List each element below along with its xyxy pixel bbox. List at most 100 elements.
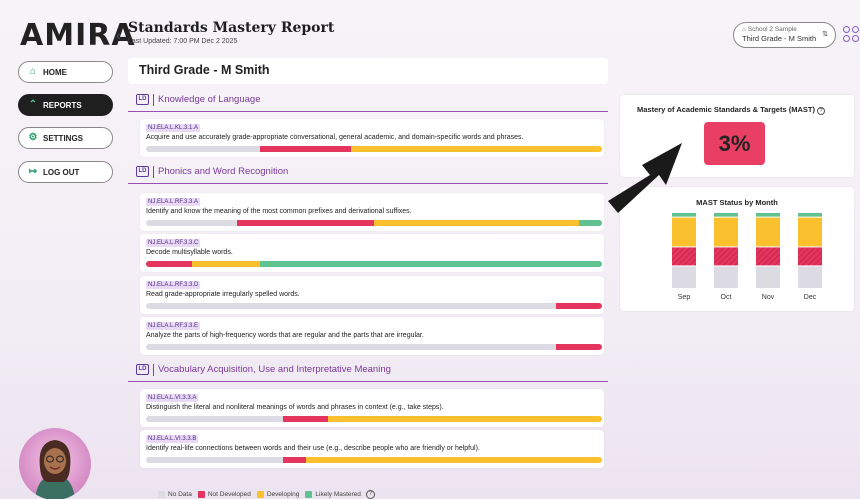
bar-segment-not-developed bbox=[260, 146, 352, 152]
mastery-bar[interactable] bbox=[146, 220, 602, 226]
bar-segment-no-data bbox=[146, 344, 557, 350]
chevron-updown-icon: ⇅ bbox=[822, 31, 828, 38]
standard-card[interactable]: NJ.ELA.L.VI.3.3.A Distinguish the litera… bbox=[140, 389, 604, 427]
standard-card[interactable]: NJ.ELA.L.RF.3.3.D Read grade-appropriate… bbox=[140, 276, 604, 314]
nav-label: HOME bbox=[43, 68, 67, 77]
apps-grid-icon[interactable] bbox=[843, 26, 860, 44]
standard-card[interactable]: NJ.ELA.L.KL.3.1.A Acquire and use accura… bbox=[140, 119, 604, 157]
mastery-bar[interactable] bbox=[146, 303, 602, 309]
bar-segment-developing bbox=[373, 220, 580, 226]
standard-card[interactable]: NJ.ELA.L.RF.3.3.A Identify and know the … bbox=[140, 193, 604, 231]
collapse-sidebar-icon[interactable]: ‹ bbox=[116, 27, 121, 43]
standard-code: NJ.ELA.L.VI.3.3.B bbox=[146, 435, 199, 443]
bar-oct-developing[interactable] bbox=[714, 217, 738, 247]
character-avatar-icon bbox=[35, 440, 75, 499]
legend-swatch-no-data bbox=[158, 491, 165, 498]
nav-home-button[interactable]: ⌂ HOME bbox=[18, 61, 113, 83]
legend-not-developed: Not Developed bbox=[207, 491, 251, 498]
bar-nov-developing[interactable] bbox=[756, 217, 780, 247]
standard-code: NJ.ELA.L.RF.3.3.E bbox=[146, 322, 201, 330]
standard-card[interactable]: NJ.ELA.L.VI.3.3.B Identify real-life con… bbox=[140, 430, 604, 468]
bar-sep-no-data[interactable] bbox=[672, 266, 696, 288]
chevron-down-icon: ⌄ bbox=[259, 66, 266, 75]
nav-logout-button[interactable]: ↦ LOG OUT bbox=[18, 161, 113, 183]
section-divider bbox=[153, 94, 154, 106]
bar-nov-likely-mastered[interactable] bbox=[756, 213, 780, 217]
section-title: Vocabulary Acquisition, Use and Interpre… bbox=[158, 364, 391, 375]
app-frame: AMIRA ‹ Standards Mastery Report Last Up… bbox=[0, 0, 860, 499]
mastery-bar[interactable] bbox=[146, 416, 602, 422]
mast-title: Mastery of Academic Standards & Targets … bbox=[637, 105, 825, 115]
bar-segment-no-data bbox=[146, 146, 260, 152]
ld-badge: LD bbox=[136, 94, 149, 105]
bar-segment-not-developed bbox=[282, 457, 306, 463]
class-name: Third Grade - M Smith bbox=[742, 34, 817, 43]
legend-swatch-developing bbox=[256, 491, 264, 498]
bar-segment-not-developed bbox=[237, 220, 374, 226]
help-icon[interactable]: ? bbox=[816, 107, 825, 115]
nav-label: SETTINGS bbox=[43, 134, 84, 143]
mast-value: 3% bbox=[704, 122, 765, 165]
standard-card[interactable]: NJ.ELA.L.RF.3.3.E Analyze the parts of h… bbox=[140, 317, 604, 355]
chart-icon: ⌃ bbox=[28, 99, 38, 110]
bar-segment-no-data bbox=[146, 303, 557, 309]
section-divider bbox=[153, 166, 154, 178]
bar-nov-no-data[interactable] bbox=[756, 266, 780, 288]
mastery-bar[interactable] bbox=[146, 261, 602, 267]
avatar[interactable] bbox=[19, 428, 91, 499]
bar-sep-not-developed[interactable] bbox=[672, 247, 696, 266]
section-title: Knowledge of Language bbox=[158, 94, 261, 105]
school-label: School 2 Sample bbox=[747, 26, 797, 33]
mastery-bar[interactable] bbox=[146, 457, 602, 463]
bar-dec-not-developed[interactable] bbox=[798, 247, 822, 266]
bar-nov-not-developed[interactable] bbox=[756, 247, 780, 266]
bar-segment-developing bbox=[191, 261, 260, 267]
bar-segment-developing bbox=[328, 416, 602, 422]
section-vocabulary: LD Vocabulary Acquisition, Use and Inter… bbox=[128, 360, 608, 382]
page-title: Standards Mastery Report bbox=[128, 20, 335, 36]
mast-title-text: Mastery of Academic Standards & Targets … bbox=[637, 105, 815, 114]
bar-segment-not-developed bbox=[556, 303, 602, 309]
standard-description: Decode multisyllable words. bbox=[146, 249, 233, 256]
bar-segment-developing bbox=[305, 457, 602, 463]
school-name: ⌂ School 2 Sample bbox=[742, 26, 835, 33]
bar-dec-no-data[interactable] bbox=[798, 266, 822, 288]
standard-code: NJ.ELA.L.RF.3.3.D bbox=[146, 281, 201, 289]
bar-dec-developing[interactable] bbox=[798, 217, 822, 247]
legend-swatch-not-developed bbox=[197, 491, 205, 498]
nav-reports-button[interactable]: ⌃ REPORTS bbox=[18, 94, 113, 116]
bar-dec-likely-mastered[interactable] bbox=[798, 213, 822, 217]
nav-label: LOG OUT bbox=[43, 168, 80, 177]
standard-description: Identify real-life connections between w… bbox=[146, 445, 480, 452]
standard-card[interactable]: NJ.ELA.L.RF.3.3.C Decode multisyllable w… bbox=[140, 234, 604, 272]
legend: No Data Not Developed Developing Likely … bbox=[158, 490, 375, 499]
mastery-bar[interactable] bbox=[146, 146, 602, 152]
bar-oct-likely-mastered[interactable] bbox=[714, 213, 738, 217]
bar-sep-developing[interactable] bbox=[672, 217, 696, 247]
bar-segment-no-data bbox=[146, 220, 238, 226]
standard-description: Acquire and use accurately grade-appropr… bbox=[146, 134, 524, 141]
legend-no-data: No Data bbox=[168, 491, 192, 498]
bar-segment-not-developed bbox=[282, 416, 329, 422]
legend-likely-mastered: Likely Mastered bbox=[315, 491, 361, 498]
bar-oct-no-data[interactable] bbox=[714, 266, 738, 288]
bar-oct-not-developed[interactable] bbox=[714, 247, 738, 266]
nav-settings-button[interactable]: ⚙ SETTINGS bbox=[18, 127, 113, 149]
standard-description: Read grade-appropriate irregularly spell… bbox=[146, 291, 300, 298]
month-label: Dec bbox=[804, 294, 817, 301]
school-icon: ⌂ bbox=[742, 26, 746, 33]
logout-icon: ↦ bbox=[28, 166, 38, 177]
bar-segment-developing bbox=[351, 146, 602, 152]
school-class-select[interactable]: ⌂ School 2 Sample Third Grade - M Smith … bbox=[733, 22, 836, 48]
teacher-select[interactable]: Third Grade - M Smith ⌄ bbox=[128, 58, 608, 84]
standard-description: Distinguish the literal and nonliteral m… bbox=[146, 404, 444, 411]
ld-badge: LD bbox=[136, 166, 149, 177]
mastery-bar[interactable] bbox=[146, 344, 602, 350]
bar-segment-likely-mastered bbox=[579, 220, 602, 226]
section-knowledge-of-language: LD Knowledge of Language bbox=[128, 90, 608, 112]
help-icon[interactable]: ? bbox=[365, 490, 375, 499]
bar-segment-not-developed bbox=[146, 261, 192, 267]
legend-developing: Developing bbox=[266, 491, 300, 498]
standard-code: NJ.ELA.L.RF.3.3.C bbox=[146, 239, 201, 247]
last-updated: Last Updated: 7:00 PM Dec 2 2025 bbox=[128, 38, 238, 45]
